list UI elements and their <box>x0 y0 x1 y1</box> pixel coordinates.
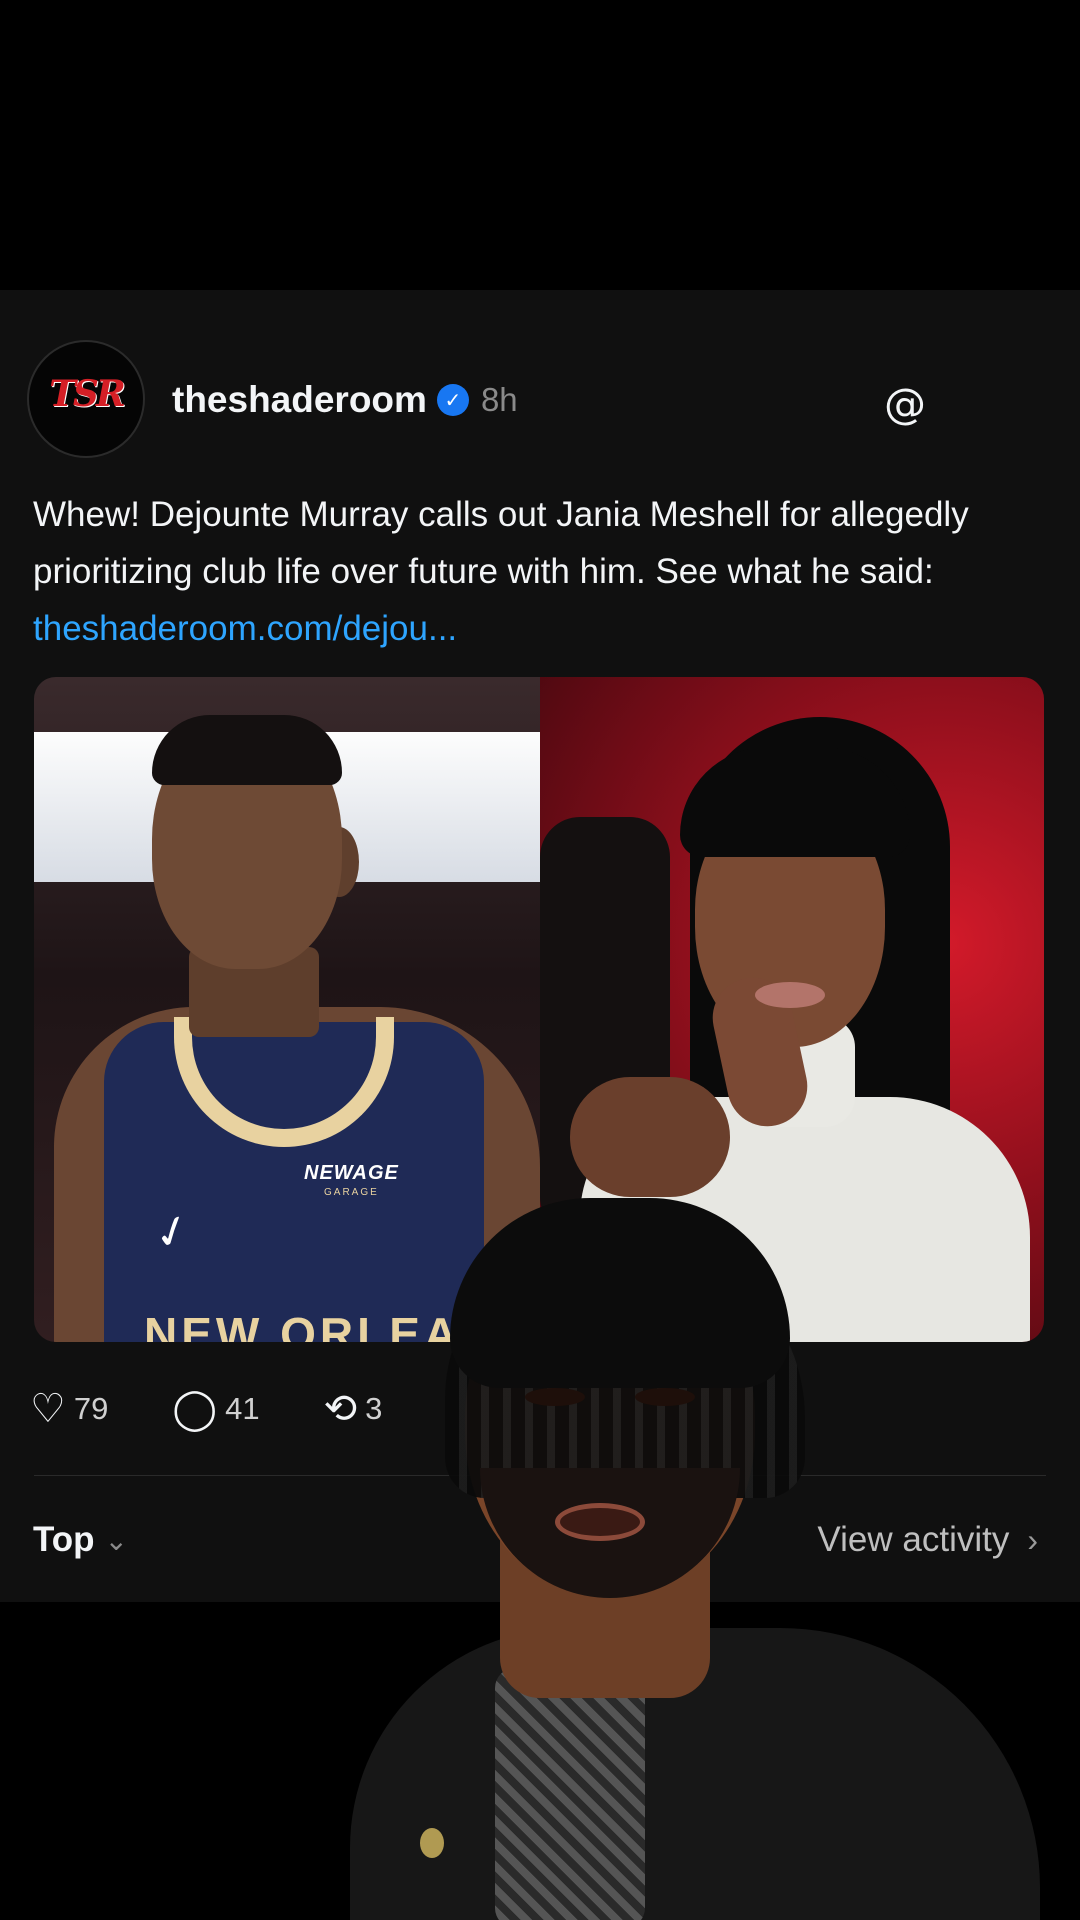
player-hair <box>152 715 342 785</box>
post-caption: Whew! Dejounte Murray calls out Jania Me… <box>33 486 1043 657</box>
like-button[interactable]: ♡ 79 <box>30 1387 108 1431</box>
sort-dropdown[interactable]: Top ⌄ <box>33 1515 128 1565</box>
post-timestamp: 8h <box>480 381 518 418</box>
comment-icon: ◯ <box>172 1386 218 1432</box>
profile-avatar[interactable]: TSR <box>27 340 145 458</box>
presenter-overlay <box>350 1198 1050 1920</box>
jersey-sponsor-sub: GARAGE <box>324 1187 379 1198</box>
jacket-button <box>420 1828 444 1858</box>
chevron-down-icon: ⌄ <box>104 1524 129 1556</box>
avatar-logo-subtext <box>85 416 87 422</box>
presenter-shirt <box>495 1668 645 1920</box>
video-frame: TSR theshaderoom ✓ 8h @ Whew! Dejounte M… <box>0 0 1080 1920</box>
presenter-eye-left <box>525 1388 585 1406</box>
woman-arm <box>570 1077 730 1197</box>
avatar-logo: TSR <box>49 373 126 415</box>
reply-count: 41 <box>225 1391 260 1426</box>
heart-icon: ♡ <box>30 1386 66 1432</box>
presenter-eye-right <box>635 1388 695 1406</box>
presenter-mouth <box>555 1503 645 1541</box>
verified-badge-icon: ✓ <box>436 384 469 416</box>
jersey-sponsor: NEWAGE <box>304 1162 399 1184</box>
post-header: theshaderoom ✓ 8h <box>172 378 518 422</box>
woman-lips <box>755 982 825 1008</box>
like-count: 79 <box>73 1391 109 1426</box>
username[interactable]: theshaderoom <box>172 379 427 421</box>
reply-button[interactable]: ◯ 41 <box>172 1387 259 1431</box>
threads-logo-icon[interactable]: @ <box>883 382 927 426</box>
sort-label: Top <box>33 1520 95 1559</box>
presenter-hair <box>450 1198 790 1388</box>
caption-text: Whew! Dejounte Murray calls out Jania Me… <box>33 495 969 591</box>
caption-link[interactable]: theshaderoom.com/dejou... <box>33 609 457 648</box>
